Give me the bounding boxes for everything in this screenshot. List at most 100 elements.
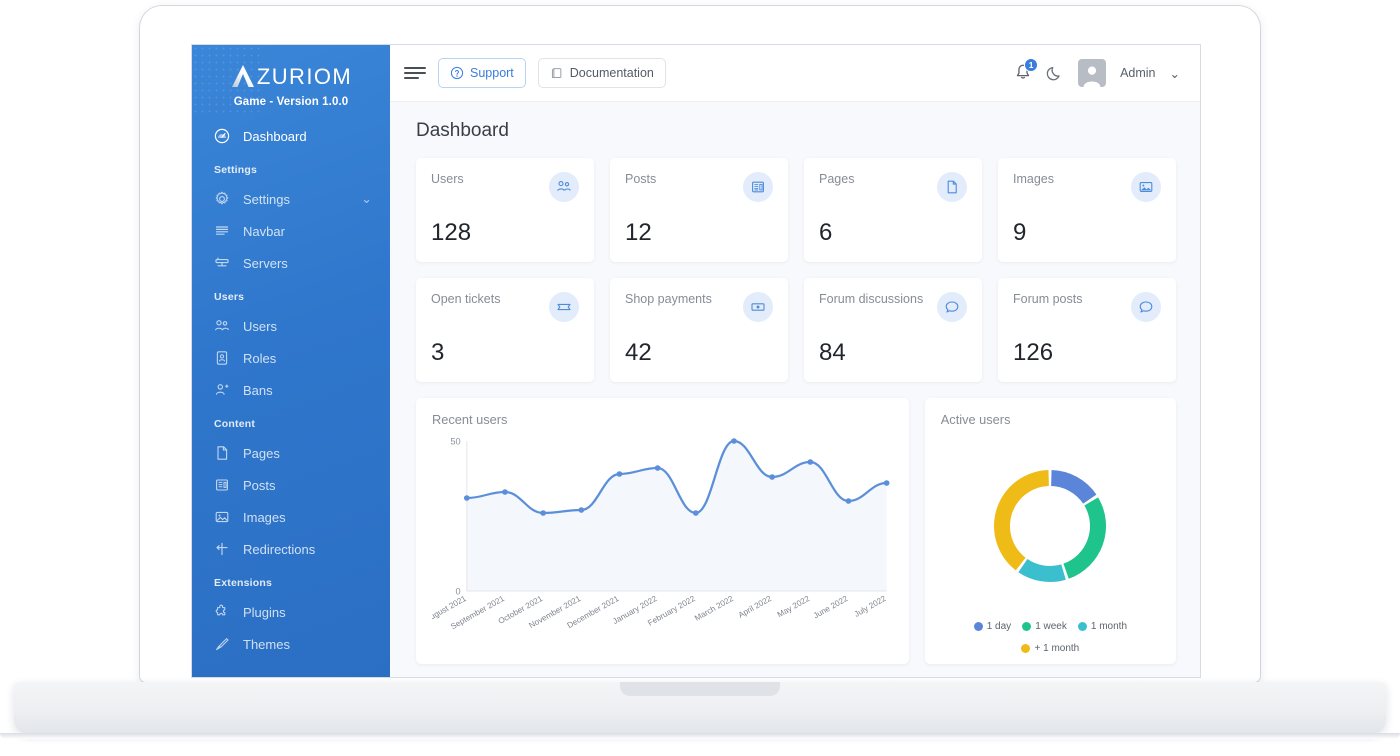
svg-text:April 2022: April 2022 — [737, 594, 774, 620]
legend-color-dot — [973, 622, 983, 631]
donut-legend: 1 day 1 week 1 month + 1 month — [941, 621, 1160, 654]
stat-card-header: Posts — [625, 172, 773, 202]
user-avatar-icon — [1083, 66, 1101, 87]
brand[interactable]: ZURIOM Game - Version 1.0.0 — [192, 45, 390, 114]
legend-label: 1 week — [1035, 621, 1067, 632]
topbar: Support Documentation 1 Admin ⌄ — [390, 45, 1200, 102]
stat-card-header: Images — [1013, 172, 1161, 202]
recent-users-chart: 0 50 August 2021 September 2021 October 2021… — [432, 431, 893, 653]
svg-text:June 2022: June 2022 — [812, 594, 850, 621]
brand-logo: ZURIOM — [202, 61, 380, 91]
stat-value: 128 — [431, 219, 472, 246]
stat-card-images: Images 9 — [998, 158, 1176, 262]
stat-label: Forum posts — [1013, 292, 1083, 306]
sidebar-item-settings[interactable]: Settings ⌄ — [192, 183, 390, 215]
book-icon — [551, 68, 562, 79]
image-icon — [215, 511, 229, 523]
stat-card-shop-payments: Shop payments 42 — [610, 278, 788, 382]
svg-text:50: 50 — [450, 437, 460, 447]
stat-label: Posts — [625, 172, 657, 186]
sidebar-item-label: Plugins — [243, 604, 286, 620]
stat-value: 84 — [819, 339, 846, 366]
legend-item[interactable]: 1 week — [1022, 621, 1067, 632]
stat-card-forum-discussions: Forum discussions 84 — [804, 278, 982, 382]
brush-icon — [216, 638, 229, 651]
sidebar-item-roles[interactable]: Roles — [192, 342, 390, 374]
stat-card-forum-posts: Forum posts 126 — [998, 278, 1176, 382]
sidebar-item-label: Themes — [243, 636, 290, 652]
stat-value: 6 — [819, 219, 833, 246]
topbar-right: 1 Admin ⌄ — [1014, 58, 1180, 87]
laptop-screen: ZURIOM Game - Version 1.0.0 Dashboard Se… — [192, 45, 1200, 677]
notification-badge: 1 — [1024, 58, 1039, 72]
stat-card-header: Users — [431, 172, 579, 202]
sidebar-section-extensions: Extensions — [214, 577, 273, 589]
active-users-title: Active users — [940, 412, 1011, 427]
stat-value: 9 — [1013, 219, 1027, 246]
stat-card-header: Open tickets — [431, 292, 579, 322]
support-button[interactable]: Support — [438, 58, 526, 88]
stat-label: Shop payments — [625, 292, 712, 306]
sidebar-item-label: Dashboard — [243, 128, 307, 144]
documentation-button-label: Documentation — [569, 66, 654, 80]
donut-segment — [1018, 559, 1067, 582]
sidebar-item-plugins[interactable]: Plugins — [192, 596, 390, 628]
chevron-down-icon: ⌄ — [361, 191, 372, 206]
stat-value: 126 — [1013, 339, 1054, 366]
sidebar-item-label: Bans — [243, 382, 273, 398]
stat-icon-badge — [937, 172, 967, 202]
notifications-button[interactable]: 1 — [1014, 58, 1039, 83]
hamburger-icon[interactable] — [404, 67, 426, 79]
avatar[interactable] — [1078, 59, 1107, 87]
sidebar-item-label: Settings — [243, 191, 290, 207]
donut-segment — [1063, 497, 1107, 579]
sidebar-section-content: Content — [214, 418, 256, 430]
screenshot-stage: ZURIOM Game - Version 1.0.0 Dashboard Se… — [0, 0, 1400, 756]
gauge-icon — [214, 128, 230, 144]
chat-icon — [1139, 301, 1153, 313]
stat-card-header: Forum posts — [1013, 292, 1161, 322]
sidebar-item-label: Posts — [243, 477, 276, 493]
sidebar-item-label: Navbar — [243, 223, 285, 239]
chevron-down-icon[interactable]: ⌄ — [1170, 66, 1180, 81]
main-area: Support Documentation 1 Admin ⌄ Dashboar… — [390, 45, 1200, 677]
sidebar-item-users[interactable]: Users — [192, 310, 390, 342]
legend-item[interactable]: 1 day — [973, 621, 1011, 632]
stat-card-header: Shop payments — [625, 292, 773, 322]
stat-value: 42 — [625, 339, 652, 366]
sidebar-item-navbar[interactable]: Navbar — [192, 215, 390, 247]
navbar-icon — [215, 226, 229, 235]
image-icon — [1139, 182, 1153, 192]
active-users-panel: Active users 1 day 1 week 1 month + 1 month — [924, 398, 1176, 664]
donut-segment — [994, 470, 1050, 571]
server-icon — [215, 257, 229, 267]
sidebar-item-dashboard[interactable]: Dashboard — [192, 120, 390, 152]
recent-users-panel: Recent users 0 50 August 2021 September 202… — [416, 398, 909, 664]
legend-item[interactable]: + 1 month — [1021, 643, 1079, 654]
active-users-chart — [941, 431, 1160, 621]
sidebar-section-settings: Settings — [214, 164, 258, 176]
sidebar-item-servers[interactable]: Servers — [192, 247, 390, 279]
plugin-icon — [215, 604, 226, 616]
logo-a-icon — [231, 65, 254, 87]
stat-icon-badge — [937, 292, 967, 322]
laptop-foot — [0, 733, 1400, 739]
documentation-button[interactable]: Documentation — [537, 58, 666, 88]
legend-item[interactable]: 1 month — [1077, 621, 1127, 632]
support-button-label: Support — [470, 66, 514, 80]
stat-label: Pages — [819, 172, 855, 186]
stat-label: Images — [1013, 172, 1054, 186]
moon-icon[interactable] — [1046, 64, 1064, 82]
stat-card-header: Forum discussions — [819, 292, 967, 322]
stat-card-posts: Posts 12 — [610, 158, 788, 262]
sidebar-item-label: Pages — [243, 445, 280, 461]
sidebar-item-images[interactable]: Images — [192, 501, 390, 533]
sidebar-item-posts[interactable]: Posts — [192, 469, 390, 501]
sidebar-item-redirections[interactable]: Redirections — [192, 533, 390, 565]
stat-icon-badge — [549, 292, 579, 322]
svg-text:July 2022: July 2022 — [853, 594, 888, 619]
legend-color-dot — [1021, 644, 1031, 653]
sidebar-item-bans[interactable]: Bans — [192, 374, 390, 406]
sidebar-item-themes[interactable]: Themes — [192, 628, 390, 660]
sidebar-item-pages[interactable]: Pages — [192, 437, 390, 469]
